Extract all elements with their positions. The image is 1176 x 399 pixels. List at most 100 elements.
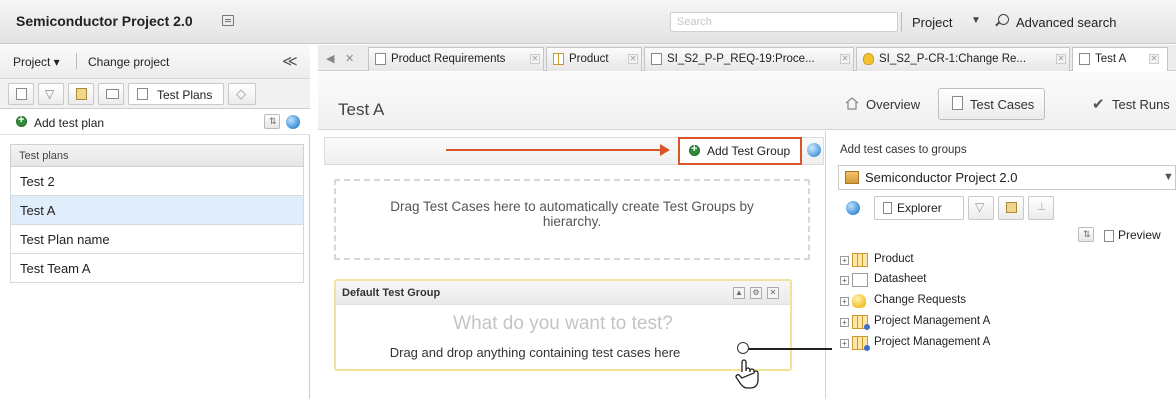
hierarchy-drop-zone[interactable]: Drag Test Cases here to automatically cr… xyxy=(334,179,810,260)
test-plan-row[interactable]: Test Team A xyxy=(10,254,304,283)
tab-filter[interactable]: ▽ xyxy=(968,196,994,220)
add-test-group-label: Add Test Group xyxy=(707,144,791,158)
tab-filter[interactable]: ▽ xyxy=(38,83,64,105)
expand-icon[interactable]: + xyxy=(840,276,849,285)
document-icon xyxy=(16,88,27,100)
advanced-search-link[interactable]: Advanced search xyxy=(1016,15,1116,30)
view-test-runs[interactable]: Test Runs xyxy=(1112,97,1170,112)
refresh-button[interactable]: ⇅ xyxy=(264,114,280,129)
tab-documents[interactable] xyxy=(8,83,34,105)
document-icon xyxy=(883,202,892,214)
collapse-panel-icon[interactable]: ≪ xyxy=(282,52,298,70)
expand-icon[interactable]: + xyxy=(840,339,849,348)
tab-calendar[interactable] xyxy=(68,83,94,105)
tab-label: Test A xyxy=(1095,53,1127,65)
close-icon[interactable]: ✕ xyxy=(530,54,540,64)
change-project-link[interactable]: Change project xyxy=(88,55,169,69)
search-scope-select[interactable]: Project xyxy=(912,15,952,30)
project-info-icon[interactable] xyxy=(222,15,234,26)
search-icon[interactable] xyxy=(998,14,1009,25)
tab-test-plans[interactable]: Test Plans xyxy=(128,83,224,105)
tree-item[interactable]: + Project Management A xyxy=(840,336,991,351)
test-plan-row[interactable]: Test A xyxy=(10,196,304,225)
tree-item-label: Project Management A xyxy=(874,315,991,327)
drop-target-circle xyxy=(737,342,749,354)
tab-label: Product Requirements xyxy=(391,53,506,65)
add-test-group-button[interactable]: Add Test Group xyxy=(678,137,802,165)
tab-test-a[interactable]: Test A ✕ xyxy=(1072,47,1168,71)
globe-icon[interactable] xyxy=(286,115,300,129)
tag-icon: ◇ xyxy=(236,86,246,101)
tab-close-all-icon[interactable]: ✕ xyxy=(345,52,354,65)
window-icon xyxy=(106,89,119,99)
tab-tags[interactable]: ◇ xyxy=(228,83,256,105)
close-icon[interactable]: ✕ xyxy=(1149,54,1159,64)
tree-item[interactable]: + Project Management A xyxy=(840,315,991,330)
preview-label: Preview xyxy=(1118,228,1161,242)
test-plan-row[interactable]: Test Plan name xyxy=(10,225,304,254)
view-overview[interactable]: Overview xyxy=(866,97,920,112)
expand-icon[interactable]: + xyxy=(840,318,849,327)
document-icon xyxy=(852,273,868,287)
tab-product-requirements[interactable]: Product Requirements ✕ xyxy=(368,47,544,71)
view-test-cases[interactable]: Test Cases xyxy=(970,97,1034,112)
project-title[interactable]: Semiconductor Project 2.0 xyxy=(16,13,193,29)
tab-window[interactable] xyxy=(98,83,124,105)
tab-change-request[interactable]: SI_S2_P-CR-1:Change Re... ✕ xyxy=(856,47,1070,71)
tab-test-plans-label: Test Plans xyxy=(157,88,213,102)
close-icon[interactable]: ✕ xyxy=(767,287,779,299)
default-group-title: Default Test Group xyxy=(336,281,790,305)
tab-explorer[interactable]: Explorer xyxy=(874,196,964,220)
tab-label: Product xyxy=(569,53,609,65)
document-icon xyxy=(952,96,963,110)
annotation-arrow xyxy=(446,144,670,156)
collapse-icon[interactable]: ▲ xyxy=(733,287,745,299)
chevron-down-icon[interactable]: ▼ xyxy=(971,15,981,26)
search-input[interactable]: Search xyxy=(670,12,898,32)
close-icon[interactable]: ✕ xyxy=(628,54,638,64)
page-title: Test A xyxy=(338,100,385,119)
document-icon xyxy=(137,88,148,100)
bulb-icon xyxy=(852,294,866,308)
add-icon xyxy=(689,143,700,156)
close-icon[interactable]: ✕ xyxy=(1056,54,1066,64)
tree-item[interactable]: + Change Requests xyxy=(840,294,966,308)
tab-explorer-label: Explorer xyxy=(897,201,942,215)
close-icon[interactable]: ✕ xyxy=(840,54,850,64)
drag-connector-line xyxy=(742,348,840,350)
add-test-plan-button[interactable]: Add test plan xyxy=(34,116,104,130)
tab-calendar[interactable] xyxy=(998,196,1024,220)
sort-icon: ⇅ xyxy=(1083,229,1091,239)
tab-label: SI_S2_P-P_REQ-19:Proce... xyxy=(667,53,815,65)
refresh-button[interactable]: ⇅ xyxy=(1078,227,1094,242)
tab-product[interactable]: Product ✕ xyxy=(546,47,642,71)
test-plan-row[interactable]: Test 2 xyxy=(10,167,304,196)
divider xyxy=(76,53,77,69)
expand-icon[interactable]: + xyxy=(840,256,849,265)
tree-item-label: Project Management A xyxy=(874,336,991,348)
document-icon xyxy=(375,53,386,65)
chevron-down-icon[interactable]: ▼ xyxy=(1163,171,1174,183)
tab-label: SI_S2_P-CR-1:Change Re... xyxy=(879,53,1027,65)
tab-requirement[interactable]: SI_S2_P-P_REQ-19:Proce... ✕ xyxy=(644,47,854,71)
filter-icon: ▽ xyxy=(975,200,985,214)
expand-icon[interactable]: + xyxy=(840,297,849,306)
settings-icon[interactable]: ⚙ xyxy=(750,287,762,299)
home-icon[interactable] xyxy=(845,97,859,110)
tree-item[interactable]: + Product xyxy=(840,253,914,267)
project-select[interactable]: Semiconductor Project 2.0 xyxy=(838,165,1176,190)
bulb-icon xyxy=(863,53,874,65)
preview-button[interactable]: Preview xyxy=(1100,228,1174,246)
panel-heading: Add test cases to groups xyxy=(840,144,967,156)
tree-item-label: Datasheet xyxy=(874,273,927,285)
add-icon[interactable] xyxy=(16,114,27,127)
globe-icon[interactable] xyxy=(846,201,860,215)
preview-icon xyxy=(1104,230,1114,242)
tree-item[interactable]: + Datasheet xyxy=(840,273,927,287)
tab-pin[interactable]: ⊥ xyxy=(1028,196,1054,220)
help-icon[interactable] xyxy=(807,143,821,157)
pin-icon: ⊥ xyxy=(1037,201,1047,213)
tab-back-icon[interactable]: ◀ xyxy=(326,52,334,65)
grid-icon xyxy=(852,253,868,267)
project-menu[interactable]: Project ▾ xyxy=(13,55,60,69)
